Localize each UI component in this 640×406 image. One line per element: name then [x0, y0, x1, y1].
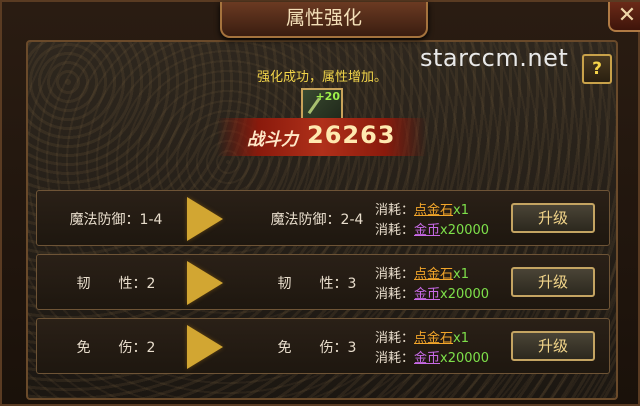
- attribute-before: 韧 性：2: [76, 276, 156, 292]
- attribute-row: 魔法防御：1-4 魔法防御：2-4 消耗：点金石x1 消耗：金币x20000 升…: [36, 190, 610, 246]
- attribute-after: 韧 性：3: [277, 276, 357, 292]
- combat-power-value: 26263: [307, 121, 396, 149]
- attribute-before: 魔法防御：1-4: [69, 212, 163, 228]
- gold-coin-link[interactable]: 金币: [414, 351, 440, 366]
- attribute-row: 免 伤：2 免 伤：3 消耗：点金石x1 消耗：金币x20000 升级: [36, 318, 610, 374]
- attribute-after: 免 伤：3: [277, 340, 357, 356]
- cost-label: 消耗：: [375, 203, 415, 218]
- gold-coin-link[interactable]: 金币: [414, 223, 440, 238]
- upgrade-button[interactable]: 升级: [511, 203, 595, 233]
- cost-line: 消耗：金币x20000: [375, 219, 489, 238]
- cost-qty: x1: [453, 267, 469, 282]
- cost-label: 消耗：: [375, 331, 415, 346]
- gold-stone-link[interactable]: 点金石: [414, 203, 453, 218]
- cost-line: 消耗：点金石x1: [375, 327, 469, 346]
- arrow-right-icon: [187, 325, 223, 369]
- cost-qty: x20000: [440, 223, 490, 238]
- cost-label: 消耗：: [375, 287, 415, 302]
- gold-stone-link[interactable]: 点金石: [414, 267, 453, 282]
- combat-power-label: 战斗力: [247, 130, 298, 150]
- upgrade-button[interactable]: 升级: [511, 331, 595, 361]
- dialog-title: 属性强化: [220, 2, 428, 38]
- cost-line: 消耗：金币x20000: [375, 347, 489, 366]
- cost-line: 消耗：点金石x1: [375, 263, 469, 282]
- cost-qty: x20000: [440, 351, 490, 366]
- cost-label: 消耗：: [375, 223, 415, 238]
- gold-stone-link[interactable]: 点金石: [414, 331, 453, 346]
- cost-qty: x1: [453, 331, 469, 346]
- cost-line: 消耗：点金石x1: [375, 199, 469, 218]
- cost-line: 消耗：金币x20000: [375, 283, 489, 302]
- cost-label: 消耗：: [375, 267, 415, 282]
- combat-power-bar: 战斗力 26263: [217, 118, 427, 156]
- attribute-before: 免 伤：2: [76, 340, 156, 356]
- attribute-row: 韧 性：2 韧 性：3 消耗：点金石x1 消耗：金币x20000 升级: [36, 254, 610, 310]
- cost-qty: x20000: [440, 287, 490, 302]
- enhance-level: +20: [315, 90, 340, 103]
- dialog-frame: 属性强化 ✕ starccm.net ? 强化成功，属性增加。 +20 战斗力 …: [0, 0, 640, 406]
- arrow-right-icon: [187, 261, 223, 305]
- upgrade-button[interactable]: 升级: [511, 267, 595, 297]
- gold-coin-link[interactable]: 金币: [414, 287, 440, 302]
- success-message: 强化成功，属性增加。: [256, 70, 387, 85]
- attribute-after: 魔法防御：2-4: [270, 212, 364, 228]
- cost-qty: x1: [453, 203, 469, 218]
- arrow-right-icon: [187, 197, 223, 241]
- cost-label: 消耗：: [375, 351, 415, 366]
- close-button[interactable]: ✕: [608, 2, 640, 32]
